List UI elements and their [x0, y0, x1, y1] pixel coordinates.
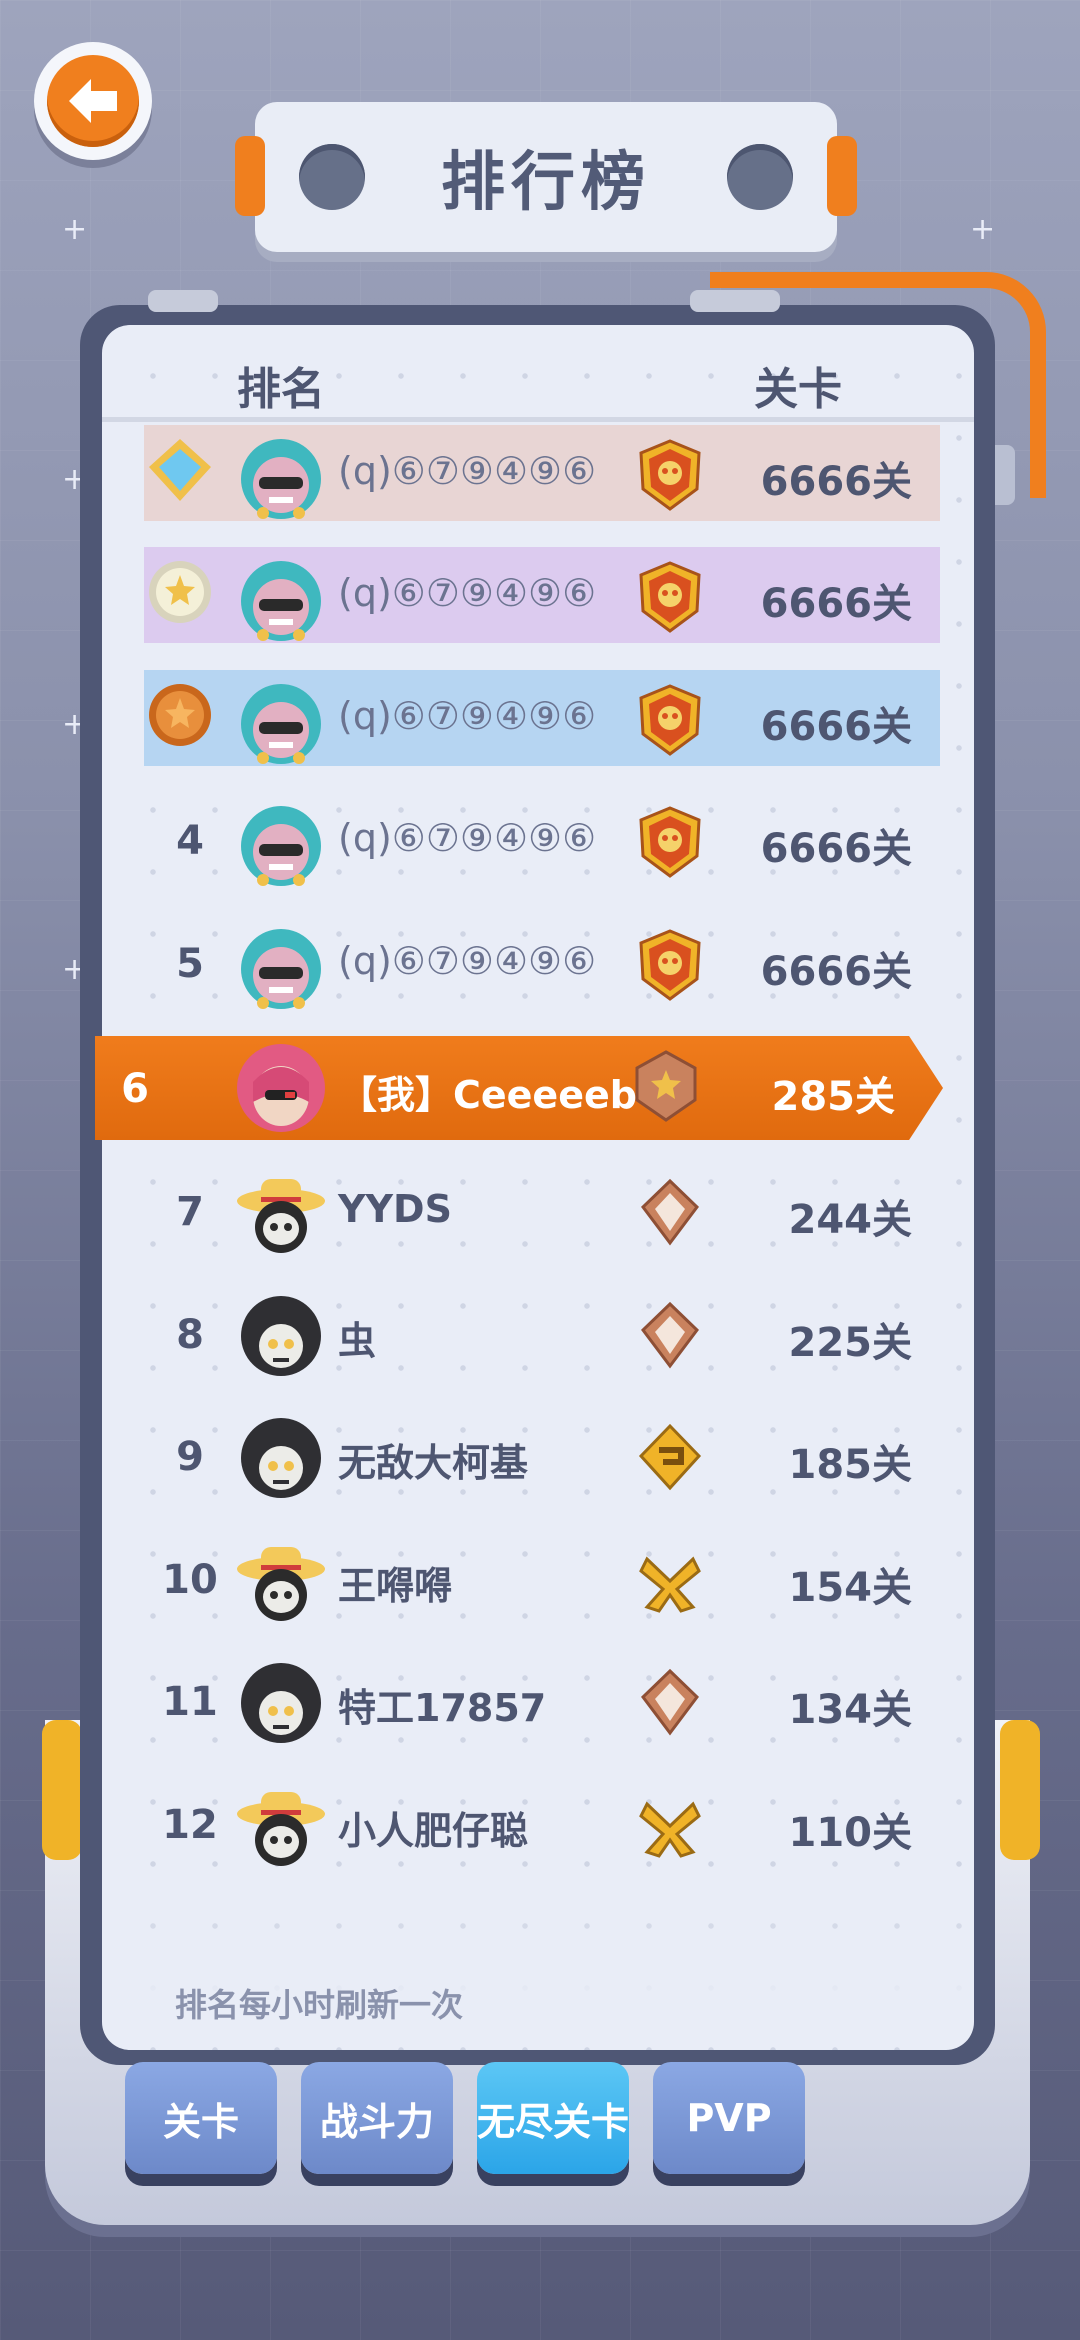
refresh-note: 排名每小时刷新一次 [175, 1986, 464, 2024]
player-name: (q)⑥⑦⑨④⑨⑥ [338, 816, 597, 860]
shield-medal-icon [639, 561, 701, 633]
shield-medal-icon [638, 1423, 702, 1491]
shield-medal-icon [639, 1801, 701, 1858]
level-column-header: 关卡 [754, 364, 842, 415]
rank-number: 9 [176, 1434, 204, 1480]
title-plate: 排行榜 [235, 102, 857, 252]
table-row[interactable]: (q)⑥⑦⑨④⑨⑥ 6666关 [102, 660, 974, 780]
my-rank-number: 6 [121, 1066, 149, 1112]
shield-medal-icon [641, 1178, 699, 1246]
table-row[interactable]: 11 特工17857 134关 [102, 1643, 974, 1763]
skull-avatar-icon [237, 1547, 325, 1621]
shield-medal-icon [641, 1301, 699, 1369]
tray-wing [42, 1720, 82, 1860]
skull-avatar-icon [237, 1179, 325, 1253]
level-value: 110关 [788, 1810, 913, 1856]
skull-avatar-icon [241, 1418, 321, 1498]
player-name: YYDS [338, 1187, 452, 1231]
rank-number: 8 [176, 1312, 204, 1358]
table-row[interactable]: 5 (q)⑥⑦⑨④⑨⑥ 6666关 [102, 905, 974, 1025]
bronze-star-medal-icon [635, 1050, 697, 1122]
table-row[interactable]: 10 王嘚嘚 154关 [102, 1521, 974, 1641]
shield-medal-icon [639, 1556, 701, 1613]
my-level: 285关 [771, 1074, 896, 1120]
skull-avatar-icon [241, 1296, 321, 1376]
pink-hood-avatar-icon [237, 1044, 325, 1132]
level-value: 6666关 [760, 581, 912, 627]
table-row[interactable]: (q)⑥⑦⑨④⑨⑥ 6666关 [102, 537, 974, 657]
skull-avatar-icon [241, 806, 321, 886]
my-player-name: 【我】Ceeeeeb [339, 1073, 637, 1117]
table-row[interactable]: 4 (q)⑥⑦⑨④⑨⑥ 6666关 [102, 782, 974, 902]
player-name: 无敌大柯基 [338, 1441, 529, 1485]
rank-number: 10 [162, 1557, 218, 1603]
my-rank-row[interactable]: 6 【我】Ceeeeeb 285关 [95, 1036, 943, 1140]
player-name: (q)⑥⑦⑨④⑨⑥ [338, 939, 597, 983]
sparkle-icon: + [970, 212, 996, 247]
rank-number: 11 [162, 1679, 218, 1725]
rank-number: 7 [176, 1189, 204, 1235]
skull-avatar-icon [241, 684, 321, 764]
tab-endless-level[interactable]: 无尽关卡 [477, 2062, 629, 2174]
sparkle-icon: + [62, 212, 88, 247]
skull-avatar-icon [237, 1792, 325, 1866]
rank-number: 5 [176, 941, 204, 987]
tab-level[interactable]: 关卡 [125, 2062, 277, 2174]
leaderboard-panel: 排名 关卡 (q)⑥⑦⑨④⑨⑥ 6666关 (q)⑥⑦⑨④⑨⑥ 6666关 (q)⑥⑦⑨… [102, 325, 974, 2050]
table-row[interactable]: 9 无敌大柯基 185关 [102, 1398, 974, 1518]
skull-avatar-icon [241, 929, 321, 1009]
shield-medal-icon [639, 684, 701, 756]
player-name: 王嘚嘚 [338, 1564, 453, 1608]
level-value: 6666关 [760, 704, 912, 750]
player-name: (q)⑥⑦⑨④⑨⑥ [338, 694, 597, 738]
level-value: 6666关 [760, 949, 912, 995]
shield-medal-icon [641, 1668, 699, 1736]
level-value: 225关 [788, 1320, 913, 1366]
rank-column-header: 排名 [237, 364, 325, 415]
player-name: (q)⑥⑦⑨④⑨⑥ [338, 449, 597, 493]
level-value: 244关 [788, 1197, 913, 1243]
tray-wing [1000, 1720, 1040, 1860]
table-row[interactable]: 7 YYDS 244关 [102, 1153, 974, 1273]
player-name: 小人肥仔聪 [338, 1809, 529, 1853]
rank-badge-icon [149, 439, 211, 501]
rank-number: 12 [162, 1802, 218, 1848]
rank-badge-icon [149, 561, 211, 623]
skull-avatar-icon [241, 561, 321, 641]
level-value: 154关 [788, 1565, 913, 1611]
tab-pvp[interactable]: PVP [653, 2062, 805, 2174]
table-row[interactable]: 12 小人肥仔聪 110关 [102, 1766, 974, 1886]
page-title: 排行榜 [441, 146, 651, 220]
skull-avatar-icon [241, 1663, 321, 1743]
player-name: 虫 [338, 1319, 377, 1363]
level-value: 6666关 [760, 459, 912, 505]
shield-medal-icon [639, 806, 701, 878]
level-value: 6666关 [760, 826, 912, 872]
frame-clip [690, 290, 780, 312]
table-row[interactable]: (q)⑥⑦⑨④⑨⑥ 6666关 [102, 425, 974, 535]
rank-badge-icon [149, 684, 211, 746]
back-button[interactable] [34, 42, 152, 160]
frame-clip [148, 290, 218, 312]
table-row[interactable]: 8 虫 225关 [102, 1276, 974, 1396]
tab-combat-power[interactable]: 战斗力 [301, 2062, 453, 2174]
level-value: 185关 [788, 1442, 913, 1488]
rank-number: 4 [176, 818, 204, 864]
arrow-left-icon [69, 79, 117, 123]
shield-medal-icon [639, 929, 701, 1001]
skull-avatar-icon [241, 439, 321, 519]
level-value: 134关 [788, 1687, 913, 1733]
shield-medal-icon [639, 439, 701, 511]
leaderboard-list[interactable]: (q)⑥⑦⑨④⑨⑥ 6666关 (q)⑥⑦⑨④⑨⑥ 6666关 (q)⑥⑦⑨④⑨⑥ 666… [102, 425, 974, 1925]
player-name: 特工17857 [338, 1686, 547, 1730]
player-name: (q)⑥⑦⑨④⑨⑥ [338, 571, 597, 615]
